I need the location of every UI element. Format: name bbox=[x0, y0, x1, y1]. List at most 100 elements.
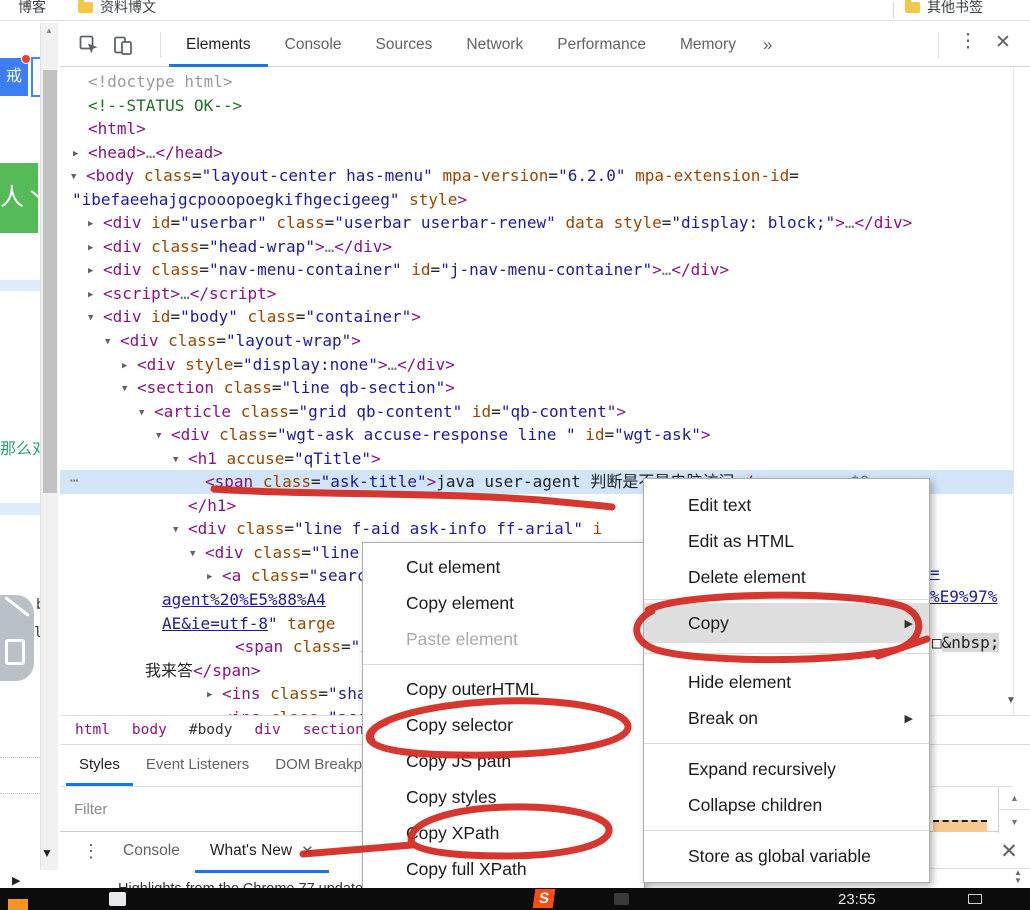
more-panels-icon[interactable]: » bbox=[753, 35, 782, 55]
menu-item-copy-js-path[interactable]: Copy JS path bbox=[363, 743, 644, 779]
menu-item-copy-selector[interactable]: Copy selector bbox=[363, 707, 644, 743]
sublime-icon[interactable]: S bbox=[533, 889, 556, 908]
drawer-close-icon[interactable]: ✕ bbox=[995, 839, 1023, 864]
tab-event-listeners[interactable]: Event Listeners bbox=[133, 745, 262, 786]
resize-handle-icon[interactable]: ▲▼ bbox=[1010, 869, 1026, 885]
menu-item-copy-styles[interactable]: Copy styles bbox=[363, 779, 644, 815]
spinner-down-icon[interactable]: ▼ bbox=[999, 810, 1030, 833]
styles-color-swatch[interactable] bbox=[933, 820, 987, 832]
bookmark-folder-ziliao[interactable]: 资料博文 bbox=[78, 0, 156, 19]
expand-arrow-icon[interactable]: ▶ bbox=[207, 684, 222, 708]
collapse-arrow-icon[interactable]: ▼ bbox=[173, 449, 188, 473]
bookmark-other[interactable]: 其他书签 bbox=[905, 0, 983, 19]
menu-item-break-on[interactable]: Break on▶ bbox=[644, 700, 929, 736]
tray-icon[interactable] bbox=[968, 894, 982, 904]
menu-item-label: Copy XPath bbox=[406, 823, 499, 844]
tab-sources[interactable]: Sources bbox=[359, 23, 450, 67]
dom-tree-row[interactable]: ▼<div id="body" class="container"> bbox=[60, 305, 1013, 329]
dom-tree-row[interactable]: ▶<div class="head-wrap">…</div> bbox=[60, 235, 1013, 259]
collapse-arrow-icon[interactable]: ▼ bbox=[105, 331, 120, 355]
menu-item-delete-element[interactable]: Delete element bbox=[644, 559, 929, 595]
tab-network[interactable]: Network bbox=[449, 23, 540, 67]
menu-item-copy[interactable]: Copy▶ bbox=[644, 603, 929, 643]
tab-elements[interactable]: Elements bbox=[169, 23, 268, 67]
collapse-arrow-icon[interactable]: ▼ bbox=[139, 402, 154, 426]
scroll-up-icon[interactable]: ▲ bbox=[45, 26, 53, 35]
menu-item-cut-element[interactable]: Cut element bbox=[363, 549, 644, 585]
dom-tree-row[interactable]: ▶<div style="display:none">…</div> bbox=[60, 353, 1013, 377]
dom-tree-row[interactable]: ▼<section class="line qb-section"> bbox=[60, 376, 1013, 400]
drawer-tab-what-s-new[interactable]: What's New✕ bbox=[195, 832, 329, 873]
menu-item-edit-text[interactable]: Edit text bbox=[644, 487, 929, 523]
devtools-close-icon[interactable]: ✕ bbox=[990, 31, 1016, 54]
dom-tree-row[interactable]: ▶<script>…</script> bbox=[60, 282, 1013, 306]
device-toolbar-icon[interactable] bbox=[112, 34, 134, 56]
dom-tree-row[interactable]: ▶<div id="userbar" class="userbar userba… bbox=[60, 211, 1013, 235]
floating-tool-widget[interactable] bbox=[0, 595, 34, 681]
dom-tree-row[interactable]: <html> bbox=[60, 117, 1013, 141]
dom-tree-row[interactable]: ▼<article class="grid qb-content" id="qb… bbox=[60, 400, 1013, 424]
menu-item-expand-recursively[interactable]: Expand recursively bbox=[644, 751, 929, 787]
breadcrumb-item-html[interactable]: html bbox=[64, 722, 121, 738]
spinner-up-icon[interactable]: ▲ bbox=[999, 787, 1030, 810]
dom-tree-row[interactable]: ▼<div class="layout-wrap"> bbox=[60, 329, 1013, 353]
menu-item-hide-element[interactable]: Hide element bbox=[644, 664, 929, 700]
collapse-arrow-icon[interactable]: ▼ bbox=[71, 166, 86, 190]
menu-item-copy-element[interactable]: Copy element bbox=[363, 585, 644, 621]
expand-right-icon[interactable]: ▶ bbox=[12, 874, 20, 887]
styles-filter-input[interactable] bbox=[74, 801, 354, 818]
devtools-menu-icon[interactable]: ⋮ bbox=[955, 30, 981, 53]
collapse-arrow-icon[interactable]: ▼ bbox=[190, 543, 205, 567]
page-link-text[interactable]: 那么对 bbox=[0, 435, 40, 459]
expand-arrow-icon[interactable]: ▶ bbox=[122, 355, 137, 379]
expand-arrow-icon[interactable]: ▶ bbox=[88, 260, 103, 284]
menu-item-collapse-children[interactable]: Collapse children bbox=[644, 787, 929, 823]
dom-tree-row[interactable]: <!--STATUS OK--> bbox=[60, 94, 1013, 118]
taskbar-app-icon[interactable] bbox=[8, 899, 28, 910]
close-tab-icon[interactable]: ✕ bbox=[301, 842, 314, 860]
tab-console[interactable]: Console bbox=[268, 23, 359, 67]
breadcrumb-item-body[interactable]: body bbox=[121, 722, 178, 738]
menu-item-copy-full-xpath[interactable]: Copy full XPath bbox=[363, 851, 644, 887]
menu-item-copy-xpath[interactable]: Copy XPath bbox=[363, 815, 644, 851]
inspect-element-icon[interactable] bbox=[78, 34, 100, 56]
expand-arrow-icon[interactable]: ▶ bbox=[88, 284, 103, 308]
dom-tree-row[interactable]: ▶<head>…</head> bbox=[60, 141, 1013, 165]
bookmark-blog[interactable]: 博客 bbox=[18, 0, 46, 19]
breadcrumb-item-body[interactable]: #body bbox=[178, 722, 244, 738]
dom-tree-row[interactable]: ▼<h1 accuse="qTitle"> bbox=[60, 447, 1013, 471]
dom-tree-row[interactable]: "ibefaeehajgcpooopoegkifhgecigeeg" style… bbox=[60, 188, 1013, 212]
expand-arrow-icon[interactable]: ▶ bbox=[207, 566, 222, 590]
scroll-spinner[interactable]: ▲ ▼ bbox=[998, 787, 1030, 833]
menu-item-copy-outerhtml[interactable]: Copy outerHTML bbox=[363, 671, 644, 707]
collapse-arrow-icon[interactable]: ▼ bbox=[156, 425, 171, 449]
page-scrollbar[interactable]: ▲ bbox=[40, 23, 58, 870]
dom-tree-row[interactable]: <!doctype html> bbox=[60, 70, 1013, 94]
scrollbar-thumb[interactable] bbox=[43, 70, 57, 493]
clock[interactable]: 23:55 bbox=[838, 891, 876, 908]
expand-arrow-icon[interactable]: ▶ bbox=[73, 143, 88, 167]
row-overflow-icon[interactable]: ⋯ bbox=[70, 470, 78, 494]
taskbar-app-icon[interactable] bbox=[109, 892, 126, 906]
tab-dom-breakp[interactable]: DOM Breakp bbox=[262, 745, 375, 786]
dom-tree-row[interactable]: ▶<div class="nav-menu-container" id="j-n… bbox=[60, 258, 1013, 282]
tab-styles[interactable]: Styles bbox=[66, 745, 133, 786]
dom-tree-row[interactable]: ▼<body class="layout-center has-menu" mp… bbox=[60, 164, 1013, 188]
dom-tree-row[interactable]: ▼<div class="wgt-ask accuse-response lin… bbox=[60, 423, 1013, 447]
breadcrumb-item-div[interactable]: div bbox=[244, 722, 292, 738]
menu-item-store-as-global-variable[interactable]: Store as global variable bbox=[644, 838, 929, 874]
expand-arrow-icon[interactable]: ▶ bbox=[88, 213, 103, 237]
scroll-down-icon[interactable]: ▼ bbox=[41, 846, 53, 860]
drawer-menu-icon[interactable]: ⋮ bbox=[82, 841, 100, 862]
tab-performance[interactable]: Performance bbox=[540, 23, 663, 67]
expand-arrow-icon[interactable]: ▶ bbox=[88, 237, 103, 261]
tree-scroll-down-icon[interactable]: ▼ bbox=[1006, 695, 1016, 706]
collapse-arrow-icon[interactable]: ▼ bbox=[173, 519, 188, 543]
menu-item-edit-as-html[interactable]: Edit as HTML bbox=[644, 523, 929, 559]
tab-memory[interactable]: Memory bbox=[663, 23, 753, 67]
collapse-arrow-icon[interactable]: ▼ bbox=[88, 307, 103, 331]
drawer-tab-console[interactable]: Console bbox=[108, 832, 195, 873]
taskbar-app-icon[interactable] bbox=[614, 893, 629, 905]
page-green-button[interactable]: 人丶 bbox=[0, 163, 38, 233]
collapse-arrow-icon[interactable]: ▼ bbox=[122, 378, 137, 402]
